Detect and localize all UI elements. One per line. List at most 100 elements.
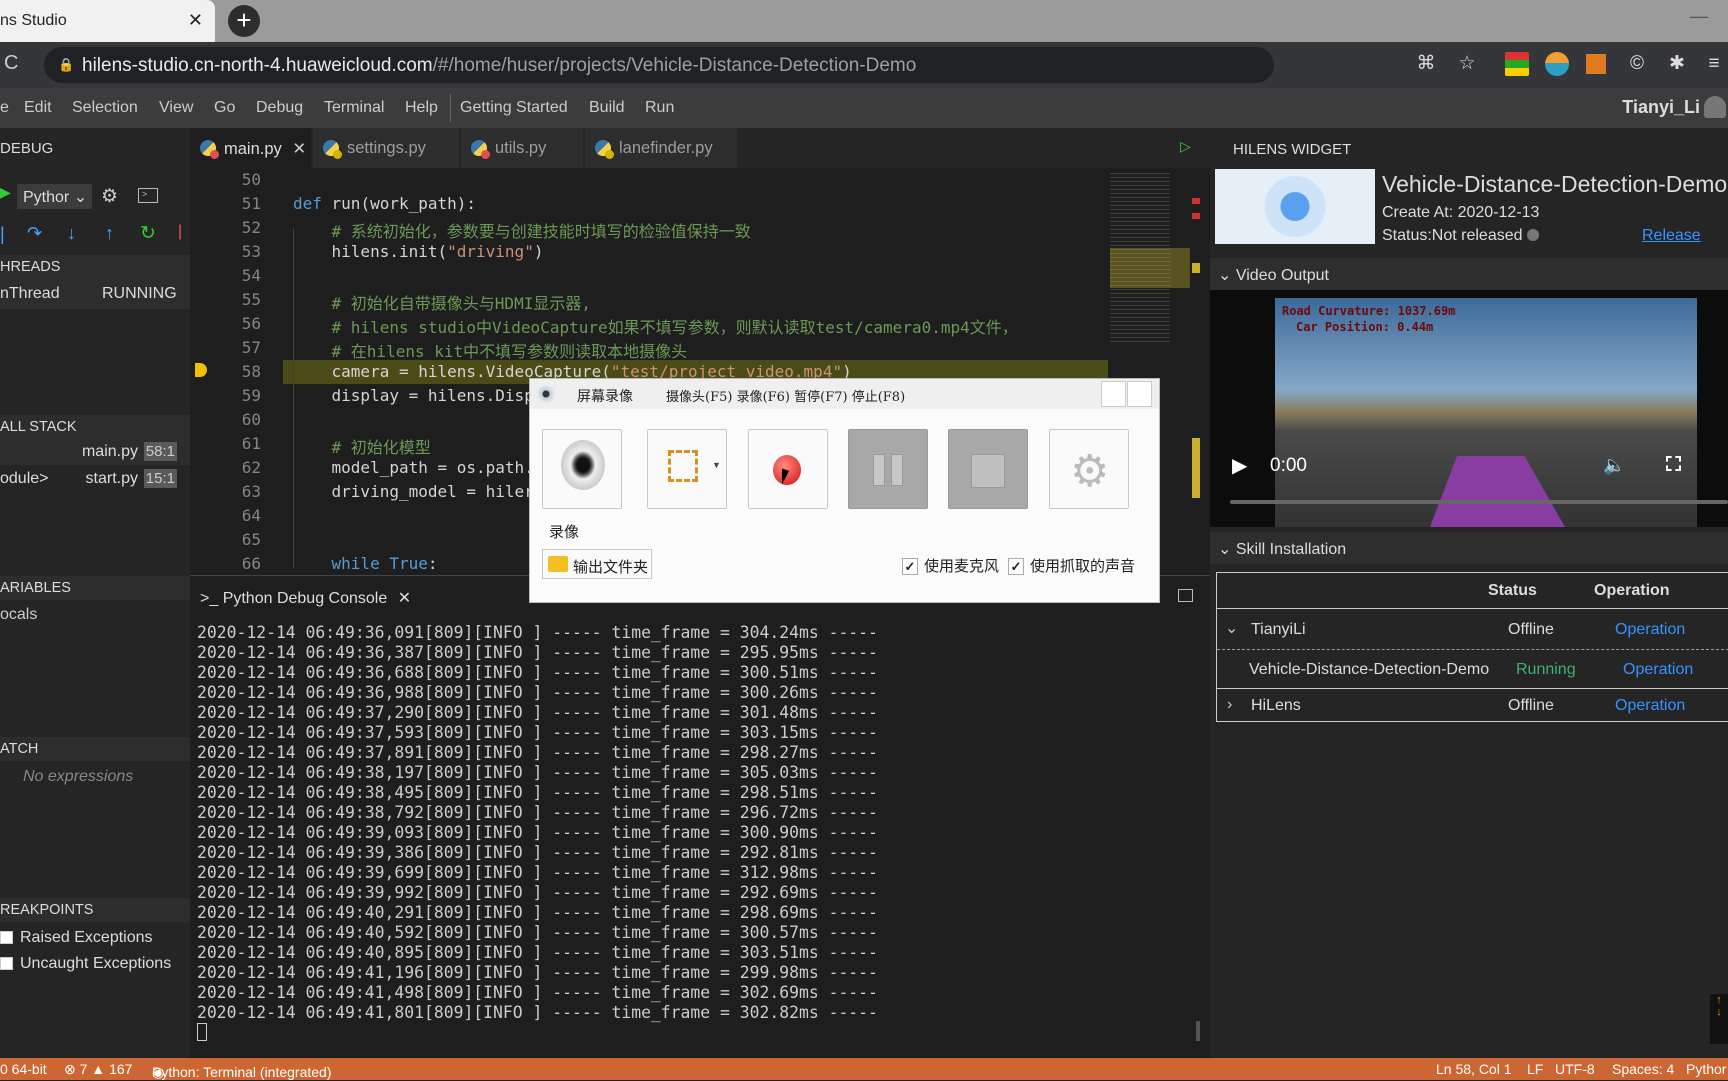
code-line[interactable]: 53 hilens.init("driving") — [190, 240, 1110, 264]
language-mode[interactable]: Pythor — [1686, 1061, 1726, 1077]
console-output[interactable]: 2020-12-14 06:49:36,091[809][INFO ] ----… — [197, 623, 878, 1023]
menu-debug[interactable]: Debug — [256, 99, 303, 117]
scrollbar[interactable] — [1196, 1021, 1200, 1041]
menu-getting-started[interactable]: Getting Started — [460, 99, 568, 117]
operation-link[interactable]: Operation — [1623, 661, 1693, 679]
close-icon[interactable]: ✕ — [398, 590, 411, 607]
threads-header[interactable]: HREADS — [0, 259, 60, 275]
breakpoint-raised[interactable]: Raised Exceptions — [0, 929, 153, 947]
stop-button[interactable] — [948, 429, 1028, 509]
checkbox[interactable] — [0, 957, 13, 970]
volume-icon[interactable]: 🔈 — [1603, 455, 1625, 476]
close-button[interactable] — [1127, 381, 1152, 407]
step-out-icon[interactable]: ↑ — [105, 223, 114, 244]
minimize-button[interactable] — [1101, 381, 1126, 407]
menu-run[interactable]: Run — [645, 99, 674, 117]
pause-button[interactable] — [848, 429, 928, 509]
callstack-header[interactable]: ALL STACK — [0, 415, 190, 439]
menu-view[interactable]: View — [159, 99, 193, 117]
orange-extension-icon[interactable] — [1586, 54, 1606, 74]
code-line[interactable]: 57 # 在hilens kit中不填写参数则读取本地摄像头 — [190, 336, 1110, 361]
thread-item[interactable]: nThread — [0, 285, 60, 303]
code-line[interactable]: 51 def run(work_path): — [190, 192, 1110, 216]
close-tab-icon[interactable]: ✕ — [188, 10, 203, 31]
code-line[interactable]: 54 — [190, 264, 1110, 288]
code-line[interactable]: 50 — [190, 168, 1110, 192]
output-folder-button[interactable]: 输出文件夹 — [542, 549, 652, 579]
tab-utils-py[interactable]: utils.py — [461, 128, 584, 168]
new-tab-button[interactable]: + — [228, 5, 260, 37]
release-link[interactable]: Release — [1642, 227, 1701, 245]
menu-file[interactable]: e — [0, 99, 9, 117]
split-panel-icon[interactable] — [1178, 589, 1193, 602]
fullscreen-icon[interactable] — [1666, 456, 1681, 471]
reload-icon[interactable]: C — [4, 52, 18, 75]
tab-main-py[interactable]: main.py ✕ — [190, 128, 312, 168]
breakpoint-uncaught[interactable]: Uncaught Exceptions — [0, 955, 171, 973]
checkbox-checked-icon[interactable]: ✓ — [1008, 558, 1024, 575]
expand-icon[interactable]: › — [1227, 696, 1232, 714]
cursor-position[interactable]: Ln 58, Col 1 — [1436, 1061, 1512, 1077]
menu-terminal[interactable]: Terminal — [324, 99, 384, 117]
region-select-button[interactable]: ▼ — [647, 429, 727, 509]
menu-help[interactable]: Help — [405, 99, 438, 117]
variables-header[interactable]: ARIABLES — [0, 576, 190, 600]
user-avatar-icon[interactable] — [1704, 96, 1726, 118]
line-ending[interactable]: LF — [1527, 1061, 1543, 1077]
menu-selection[interactable]: Selection — [72, 99, 138, 117]
callstack-item[interactable]: odule> start.py 15:1 — [0, 466, 190, 492]
restart-icon[interactable]: ↻ — [140, 222, 156, 245]
record-button[interactable] — [748, 429, 828, 509]
problems-status[interactable]: ⊗ 7 ▲ 167 — [64, 1061, 132, 1078]
locals-scope[interactable]: ocals — [0, 606, 37, 624]
scroll-arrows-icon[interactable]: ↑ ↓ — [1710, 994, 1728, 1044]
menu-build[interactable]: Build — [589, 99, 625, 117]
stop-icon[interactable]: | — [178, 223, 182, 241]
settings-button[interactable]: ⚙ — [1049, 429, 1129, 509]
watch-header[interactable]: ATCH — [0, 737, 190, 761]
close-icon[interactable]: ✕ — [292, 140, 306, 158]
operation-link[interactable]: Operation — [1615, 621, 1685, 639]
debug-console-icon[interactable]: > — [138, 188, 158, 203]
lock-icon[interactable]: 🔒 — [58, 57, 74, 72]
capture-audio-checkbox[interactable]: ✓ 使用抓取的声音 — [1008, 555, 1135, 576]
mic-checkbox[interactable]: ✓ 使用麦克风 — [902, 555, 999, 576]
translate-icon[interactable]: ⌘ — [1414, 52, 1438, 76]
code-line[interactable]: 56 # hilens studio中VideoCapture如果不填写参数，则… — [190, 312, 1110, 337]
browser-tab[interactable]: ns Studio ✕ — [0, 0, 215, 42]
user-name[interactable]: Tianyi_Li — [1622, 97, 1700, 118]
debug-config-select[interactable]: Pythor ⌄ — [17, 184, 92, 209]
play-icon[interactable]: ▶ — [1232, 453, 1247, 478]
run-file-icon[interactable]: ▷ — [1180, 138, 1191, 155]
interpreter-status[interactable]: 0 64-bit — [0, 1061, 47, 1077]
webcam-button[interactable] — [542, 429, 622, 509]
color-extension-icon[interactable] — [1545, 52, 1569, 76]
indentation[interactable]: Spaces: 4 — [1612, 1061, 1674, 1077]
address-bar[interactable]: 🔒 hilens-studio.cn-north-4.huaweicloud.c… — [44, 47, 1274, 83]
menu-edit[interactable]: Edit — [24, 99, 52, 117]
download-extension-icon[interactable] — [1505, 52, 1529, 76]
checkbox[interactable] — [0, 931, 13, 944]
video-output-header[interactable]: ⌄ Video Output — [1210, 258, 1728, 290]
video-player[interactable]: Road Curvature: 1037.69m Car Position: 0… — [1210, 290, 1728, 527]
checkbox-checked-icon[interactable]: ✓ — [902, 558, 918, 575]
dialog-titlebar[interactable]: 屏幕录像 摄像头(F5) 录像(F6) 暂停(F7) 停止(F8) — [530, 379, 1159, 409]
video-progress-bar[interactable] — [1230, 500, 1728, 504]
gear-icon[interactable]: ⚙ — [101, 185, 118, 208]
console-cursor[interactable] — [197, 1023, 207, 1041]
dialog-menu[interactable]: 摄像头(F5) 录像(F6) 暂停(F7) 停止(F8) — [666, 386, 905, 405]
collapse-icon[interactable]: ⌄ — [1225, 618, 1238, 638]
callstack-item[interactable]: main.py 58:1 — [0, 439, 190, 465]
media-icon[interactable]: ≡ — [1702, 52, 1726, 76]
breakpoints-header[interactable]: REAKPOINTS — [0, 898, 190, 922]
encoding[interactable]: UTF-8 — [1555, 1061, 1595, 1077]
code-line[interactable]: 55 # 初始化自带摄像头与HDMI显示器, — [190, 288, 1110, 313]
puzzle-icon[interactable]: ✱ — [1665, 52, 1689, 76]
operation-link[interactable]: Operation — [1615, 697, 1685, 715]
tab-lanefinder-py[interactable]: lanefinder.py — [585, 128, 738, 168]
start-debug-icon[interactable]: ▶ — [0, 184, 11, 201]
tab-settings-py[interactable]: settings.py — [313, 128, 460, 168]
pause-icon[interactable]: | — [0, 224, 5, 245]
code-line[interactable]: 52 # 系统初始化，参数要与创建技能时填写的检验值保持一致 — [190, 216, 1110, 241]
step-into-icon[interactable]: ↓ — [67, 223, 76, 244]
